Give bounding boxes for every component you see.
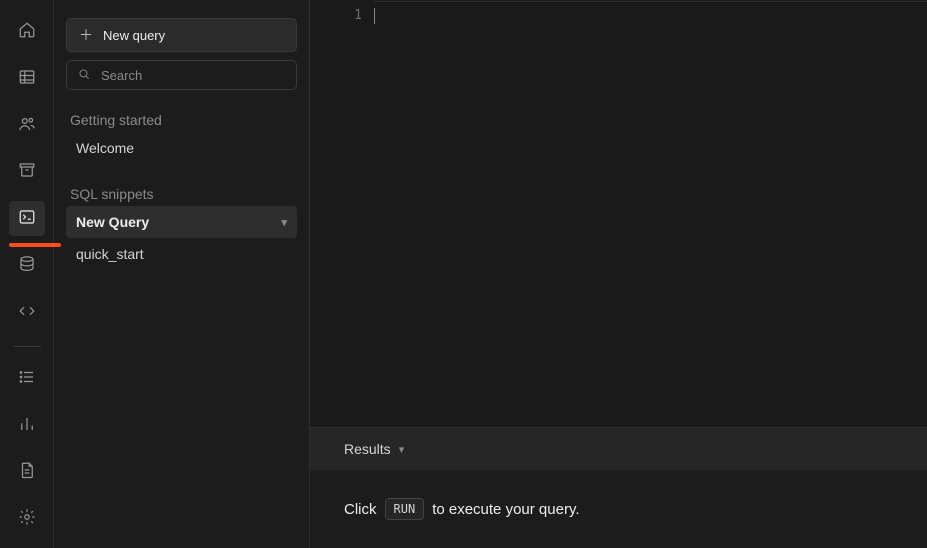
line-number: 1 — [310, 8, 362, 23]
database-icon — [18, 255, 36, 276]
nav-home[interactable] — [9, 14, 45, 49]
sidebar-item-label: New Query — [76, 214, 149, 230]
users-icon — [18, 115, 36, 136]
nav-api[interactable] — [9, 295, 45, 330]
bar-chart-icon — [18, 415, 36, 436]
search-icon — [77, 67, 101, 84]
new-query-label: New query — [103, 28, 165, 43]
nav-logs[interactable] — [9, 361, 45, 396]
sidebar: ＋ New query Getting started Welcome SQL … — [54, 0, 310, 548]
results-body: Click RUN to execute your query. — [310, 470, 927, 548]
nav-auth[interactable] — [9, 108, 45, 143]
code-icon — [18, 302, 36, 323]
search-input[interactable] — [101, 61, 286, 89]
results-header-label: Results — [344, 441, 391, 457]
nav-rail — [0, 0, 54, 548]
results-header[interactable]: Results ▾ — [310, 428, 927, 470]
main: 1 Results ▾ Click RUN to execute your qu… — [310, 0, 927, 548]
editor-surface[interactable] — [374, 0, 927, 427]
sidebar-item-label: Welcome — [76, 140, 134, 156]
editor-top-ruler — [374, 0, 927, 2]
nav-tables[interactable] — [9, 61, 45, 96]
nav-settings[interactable] — [9, 501, 45, 536]
hint-text-before: Click — [344, 501, 377, 518]
nav-database[interactable] — [9, 248, 45, 283]
section-sql-snippets-label: SQL snippets — [70, 186, 293, 202]
plus-icon: ＋ — [79, 28, 93, 42]
chevron-down-icon: ▾ — [281, 216, 287, 229]
highlight-marker — [9, 243, 61, 247]
list-icon — [18, 368, 36, 389]
nav-storage[interactable] — [9, 154, 45, 189]
hint-text-after: to execute your query. — [432, 501, 579, 518]
search-field-wrapper[interactable] — [66, 60, 297, 90]
gear-icon — [18, 508, 36, 529]
rail-divider — [13, 346, 41, 347]
sidebar-item-new-query[interactable]: New Query ▾ — [66, 206, 297, 238]
terminal-icon — [18, 208, 36, 229]
chevron-down-icon: ▾ — [399, 443, 405, 456]
nav-reports[interactable] — [9, 408, 45, 443]
table-icon — [18, 68, 36, 89]
run-keycap: RUN — [385, 498, 425, 520]
home-icon — [18, 21, 36, 42]
line-number-gutter: 1 — [310, 0, 374, 427]
sidebar-item-quick-start[interactable]: quick_start — [66, 238, 297, 270]
section-getting-started-label: Getting started — [70, 112, 293, 128]
nav-docs[interactable] — [9, 454, 45, 489]
sidebar-item-label: quick_start — [76, 246, 144, 262]
archive-icon — [18, 161, 36, 182]
file-icon — [18, 461, 36, 482]
sidebar-item-welcome[interactable]: Welcome — [66, 132, 297, 164]
code-editor[interactable]: 1 — [310, 0, 927, 428]
nav-sql-editor[interactable] — [9, 201, 45, 236]
new-query-button[interactable]: ＋ New query — [66, 18, 297, 52]
